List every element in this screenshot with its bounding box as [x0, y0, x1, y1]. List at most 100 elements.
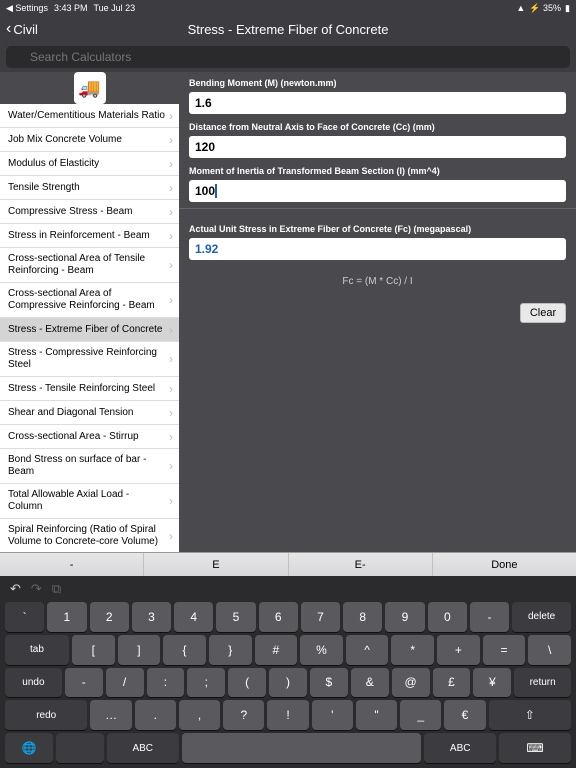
key[interactable]: 4 — [174, 602, 213, 632]
key[interactable]: … — [90, 700, 131, 730]
blank-key[interactable] — [56, 733, 104, 763]
key[interactable]: $ — [310, 668, 348, 698]
sidebar-item[interactable]: Stress - Tensile Reinforcing Steel› — [0, 377, 179, 401]
key[interactable]: € — [444, 700, 485, 730]
undo-icon[interactable]: ↶ — [10, 581, 21, 597]
sidebar-item[interactable]: Stress - Compressive Reinforcing Steel› — [0, 342, 179, 377]
sidebar-item[interactable]: Tensile Strength› — [0, 176, 179, 200]
back-to-app[interactable]: ◀ Settings — [6, 3, 48, 14]
key[interactable]: , — [179, 700, 220, 730]
key[interactable]: return — [514, 668, 571, 698]
sidebar-item-label: Compressive Stress - Beam — [8, 206, 132, 218]
shift-key[interactable]: ⇧ — [489, 700, 571, 730]
space-key[interactable] — [182, 733, 422, 763]
key[interactable]: delete — [512, 602, 571, 632]
key[interactable]: 1 — [47, 602, 86, 632]
key[interactable]: 6 — [259, 602, 298, 632]
sidebar-item[interactable]: Total Allowable Axial Load - Column› — [0, 484, 179, 519]
key[interactable]: - — [470, 602, 509, 632]
key[interactable]: ¥ — [473, 668, 511, 698]
sidebar-item[interactable]: Cross-sectional Area of Compressive Rein… — [0, 283, 179, 318]
key[interactable]: 2 — [90, 602, 129, 632]
key[interactable]: 9 — [385, 602, 424, 632]
key[interactable]: 8 — [343, 602, 382, 632]
sidebar-item-label: Job Mix Concrete Volume — [8, 134, 122, 146]
key[interactable]: ! — [267, 700, 308, 730]
key[interactable]: ' — [312, 700, 353, 730]
key[interactable]: 7 — [301, 602, 340, 632]
key[interactable]: @ — [392, 668, 430, 698]
sidebar-item[interactable]: Job Mix Concrete Volume› — [0, 128, 179, 152]
key[interactable]: ; — [187, 668, 225, 698]
clear-button[interactable]: Clear — [520, 303, 566, 323]
sidebar-item[interactable]: Cross-sectional Area of Tensile Reinforc… — [0, 248, 179, 283]
key[interactable]: * — [391, 635, 434, 665]
sidebar-item[interactable]: Compressive Stress - Beam› — [0, 200, 179, 224]
sidebar-item[interactable]: Cross-sectional Area - Stirrup› — [0, 425, 179, 449]
key[interactable]: ] — [118, 635, 161, 665]
key[interactable]: } — [209, 635, 252, 665]
key[interactable]: ` — [5, 602, 44, 632]
dismiss-keyboard-key[interactable]: ⌨ — [499, 733, 571, 763]
key[interactable]: % — [300, 635, 343, 665]
abc-key[interactable]: ABC — [424, 733, 496, 763]
key[interactable]: = — [483, 635, 526, 665]
key[interactable]: / — [106, 668, 144, 698]
back-button[interactable]: ‹ Civil — [6, 20, 38, 38]
sidebar-item[interactable]: Stress - Extreme Fiber of Concrete› — [0, 318, 179, 342]
key[interactable]: ^ — [346, 635, 389, 665]
clipboard-icon[interactable]: ⧉ — [52, 581, 61, 597]
sidebar-item[interactable]: Spiral Reinforcing (Ratio of Spiral Volu… — [0, 519, 179, 552]
key[interactable]: 5 — [216, 602, 255, 632]
field-label: Bending Moment (M) (newton.mm) — [189, 78, 566, 88]
key[interactable]: & — [351, 668, 389, 698]
app-logo-icon: 🚚 — [74, 72, 106, 104]
search-input[interactable] — [6, 46, 570, 68]
sidebar-logo: 🚚 — [0, 72, 179, 104]
accessory-key[interactable]: E — [144, 553, 288, 576]
wifi-icon: ▲ — [516, 3, 525, 13]
key[interactable]: undo — [5, 668, 62, 698]
chevron-right-icon: › — [169, 294, 173, 306]
accessory-key[interactable]: - — [0, 553, 144, 576]
globe-key[interactable]: 🌐 — [5, 733, 53, 763]
key[interactable]: ? — [223, 700, 264, 730]
key[interactable]: 0 — [428, 602, 467, 632]
search-bar: 🔍 — [0, 42, 576, 72]
key[interactable]: 3 — [132, 602, 171, 632]
key[interactable]: tab — [5, 635, 69, 665]
sidebar-item[interactable]: Modulus of Elasticity › — [0, 152, 179, 176]
field-input[interactable]: 120 — [189, 136, 566, 158]
key[interactable]: £ — [433, 668, 471, 698]
redo-icon[interactable]: ↷ — [31, 581, 42, 597]
field-input[interactable]: 100 — [189, 180, 566, 202]
key[interactable]: + — [437, 635, 480, 665]
sidebar-item[interactable]: Stress in Reinforcement - Beam› — [0, 224, 179, 248]
key[interactable]: redo — [5, 700, 87, 730]
key[interactable]: . — [135, 700, 176, 730]
sidebar-item[interactable]: Water/Cementitious Materials Ratio› — [0, 104, 179, 128]
chevron-right-icon: › — [169, 407, 173, 419]
status-bar: ◀ Settings 3:43 PM Tue Jul 23 ▲ ⚡ 35% ▮ — [0, 0, 576, 16]
key[interactable]: ) — [269, 668, 307, 698]
key[interactable]: { — [163, 635, 206, 665]
key[interactable]: _ — [400, 700, 441, 730]
field-label: Moment of Inertia of Transformed Beam Se… — [189, 166, 566, 176]
field-input[interactable]: 1.6 — [189, 92, 566, 114]
accessory-key[interactable]: Done — [433, 553, 576, 576]
accessory-key[interactable]: E- — [289, 553, 433, 576]
key[interactable]: \ — [528, 635, 571, 665]
key[interactable]: : — [147, 668, 185, 698]
key[interactable]: [ — [72, 635, 115, 665]
chevron-right-icon: › — [169, 158, 173, 170]
key[interactable]: " — [356, 700, 397, 730]
sidebar-item[interactable]: Bond Stress on surface of bar - Beam› — [0, 449, 179, 484]
sidebar-item-label: Modulus of Elasticity — [8, 158, 99, 170]
key[interactable]: - — [65, 668, 103, 698]
battery-pct: ⚡ 35% — [529, 3, 561, 14]
sidebar-item[interactable]: Shear and Diagonal Tension› — [0, 401, 179, 425]
key[interactable]: # — [255, 635, 298, 665]
key[interactable]: ( — [228, 668, 266, 698]
abc-key[interactable]: ABC — [107, 733, 179, 763]
sidebar-item-label: Cross-sectional Area of Tensile Reinforc… — [8, 253, 165, 277]
